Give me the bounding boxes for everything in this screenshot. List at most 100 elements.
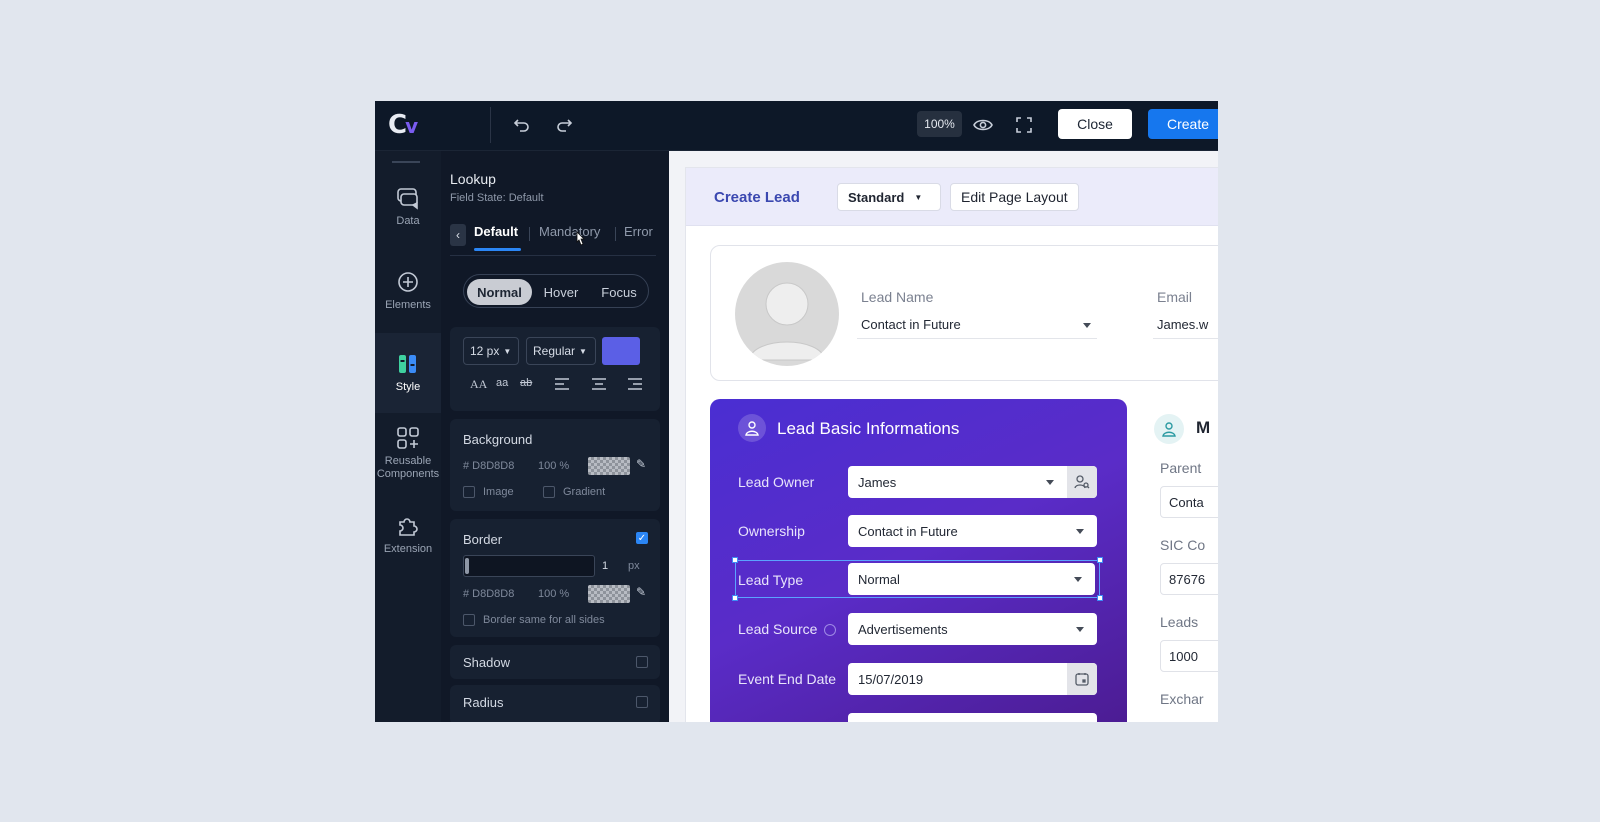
resize-handle[interactable] <box>732 595 738 601</box>
border-same-checkbox[interactable] <box>463 614 475 626</box>
border-hex[interactable]: # D8D8D8 <box>463 588 514 600</box>
lead-basic-info-section: Lead Basic Informations Lead Owner James… <box>710 399 1127 722</box>
rail-item-style[interactable]: Style <box>375 333 441 413</box>
font-size-select[interactable]: 12 px ▼ <box>463 337 519 365</box>
tab-error[interactable]: Error <box>624 224 653 239</box>
border-width-slider[interactable] <box>463 555 595 577</box>
font-weight-select[interactable]: Regular ▼ <box>526 337 596 365</box>
undo-icon[interactable] <box>511 114 533 136</box>
tabs-back-button[interactable]: ‹ <box>450 224 466 246</box>
border-checkbox[interactable]: ✓ <box>636 532 648 544</box>
border-color-swatch[interactable] <box>588 585 630 603</box>
zoom-level[interactable]: 100% <box>917 111 962 137</box>
plus-circle-icon <box>398 272 418 292</box>
user-icon <box>1154 414 1184 444</box>
leads-label: Leads <box>1160 614 1199 630</box>
preview-eye-icon[interactable] <box>972 114 994 136</box>
lead-form-page: Create Lead Standard ▼ Edit Page Layout L… <box>685 167 1218 722</box>
tab-separator <box>615 227 616 241</box>
resize-handle[interactable] <box>732 557 738 563</box>
event-end-date-field[interactable]: 15/07/2019 <box>848 663 1097 695</box>
chevron-down-icon[interactable] <box>1083 323 1091 328</box>
close-button[interactable]: Close <box>1058 109 1132 139</box>
app-logo[interactable]: Cv <box>388 110 418 140</box>
state-hover[interactable]: Hover <box>534 279 588 305</box>
parent-field[interactable]: Conta <box>1160 486 1218 518</box>
rail-item-elements[interactable]: Elements <box>375 269 441 327</box>
rail-item-reusable-components[interactable]: Reusable Components <box>375 425 441 495</box>
border-width-unit: px <box>628 560 640 572</box>
shadow-checkbox[interactable] <box>636 656 648 668</box>
eyedropper-icon[interactable]: ✎ <box>636 585 646 599</box>
image-label: Image <box>483 486 514 498</box>
state-normal[interactable]: Normal <box>467 279 532 305</box>
background-color-swatch[interactable] <box>588 457 630 475</box>
lead-owner-field[interactable]: James <box>848 466 1097 498</box>
exchange-label: Exchar <box>1160 691 1204 707</box>
lead-name-value[interactable]: Contact in Future <box>861 317 961 332</box>
ownership-field[interactable]: Contact in Future <box>848 515 1097 547</box>
rail-item-data[interactable]: Data <box>375 185 441 243</box>
top-bar: Cv 100% Close Create <box>375 101 1218 151</box>
email-label: Email <box>1157 289 1193 305</box>
rail-grip <box>392 161 420 163</box>
strikethrough-toggle[interactable]: ab <box>520 377 532 389</box>
mouse-cursor-icon <box>576 231 585 246</box>
slider-handle[interactable] <box>465 558 469 574</box>
chevron-down-icon[interactable] <box>1046 480 1054 485</box>
align-left-icon[interactable] <box>554 377 570 391</box>
rail-label: Elements <box>385 299 431 311</box>
puzzle-icon <box>399 518 418 536</box>
layout-select[interactable]: Standard ▼ <box>837 183 941 211</box>
lookup-user-icon[interactable] <box>1067 466 1097 498</box>
create-button[interactable]: Create <box>1148 109 1218 139</box>
rail-item-extension[interactable]: Extension <box>375 513 441 571</box>
redo-icon[interactable] <box>553 114 575 136</box>
align-center-icon[interactable] <box>591 377 607 391</box>
radius-checkbox[interactable] <box>636 696 648 708</box>
border-width-value[interactable]: 1 <box>602 560 608 572</box>
text-color-swatch[interactable] <box>602 337 640 365</box>
lead-source-field[interactable]: Advertisements <box>848 613 1097 645</box>
shadow-card: Shadow <box>450 645 660 679</box>
resize-handle[interactable] <box>1097 557 1103 563</box>
resize-handle[interactable] <box>1097 595 1103 601</box>
uppercase-toggle[interactable]: AA <box>470 377 487 392</box>
state-focus[interactable]: Focus <box>592 279 646 305</box>
chevron-down-icon[interactable] <box>1074 577 1082 582</box>
parent-label: Parent <box>1160 460 1202 476</box>
next-field[interactable] <box>848 713 1097 722</box>
tab-mandatory[interactable]: Mandatory <box>539 224 600 239</box>
panel-subtitle: Field State: Default <box>450 192 544 204</box>
app-window: Cv 100% Close Create Data Elements Style… <box>375 101 1218 722</box>
lead-type-field[interactable]: Normal <box>848 563 1095 595</box>
panel-title: Lookup <box>450 171 496 187</box>
image-checkbox[interactable] <box>463 486 475 498</box>
email-value[interactable]: James.w <box>1157 317 1208 332</box>
align-right-icon[interactable] <box>627 377 643 391</box>
section-title: Lead Basic Informations <box>777 419 960 438</box>
leads-field[interactable]: 1000 <box>1160 640 1218 672</box>
sic-code-field[interactable]: 87676 <box>1160 563 1218 595</box>
calendar-icon[interactable] <box>1067 663 1097 695</box>
fullscreen-icon[interactable] <box>1013 114 1035 136</box>
chevron-down-icon[interactable] <box>1076 627 1084 632</box>
eyedropper-icon[interactable]: ✎ <box>636 457 646 471</box>
chevron-down-icon[interactable] <box>1076 529 1084 534</box>
lowercase-toggle[interactable]: aa <box>496 377 508 389</box>
gradient-checkbox[interactable] <box>543 486 555 498</box>
background-opacity[interactable]: 100 % <box>538 460 569 472</box>
properties-panel: Lookup Field State: Default ‹ Default Ma… <box>441 151 669 722</box>
gradient-label: Gradient <box>563 486 606 498</box>
rail-label: Extension <box>383 543 433 555</box>
tab-default[interactable]: Default <box>474 224 518 239</box>
border-opacity[interactable]: 100 % <box>538 588 569 600</box>
rail-label: Data <box>396 215 420 227</box>
background-hex[interactable]: # D8D8D8 <box>463 460 514 472</box>
chevron-down-icon: ▼ <box>579 346 587 356</box>
avatar[interactable] <box>735 262 839 366</box>
border-card: Border ✓ 1 px # D8D8D8 100 % ✎ Border sa… <box>450 519 660 637</box>
info-icon[interactable] <box>824 624 836 636</box>
edit-page-layout-button[interactable]: Edit Page Layout <box>950 183 1079 211</box>
style-icon <box>399 355 416 373</box>
